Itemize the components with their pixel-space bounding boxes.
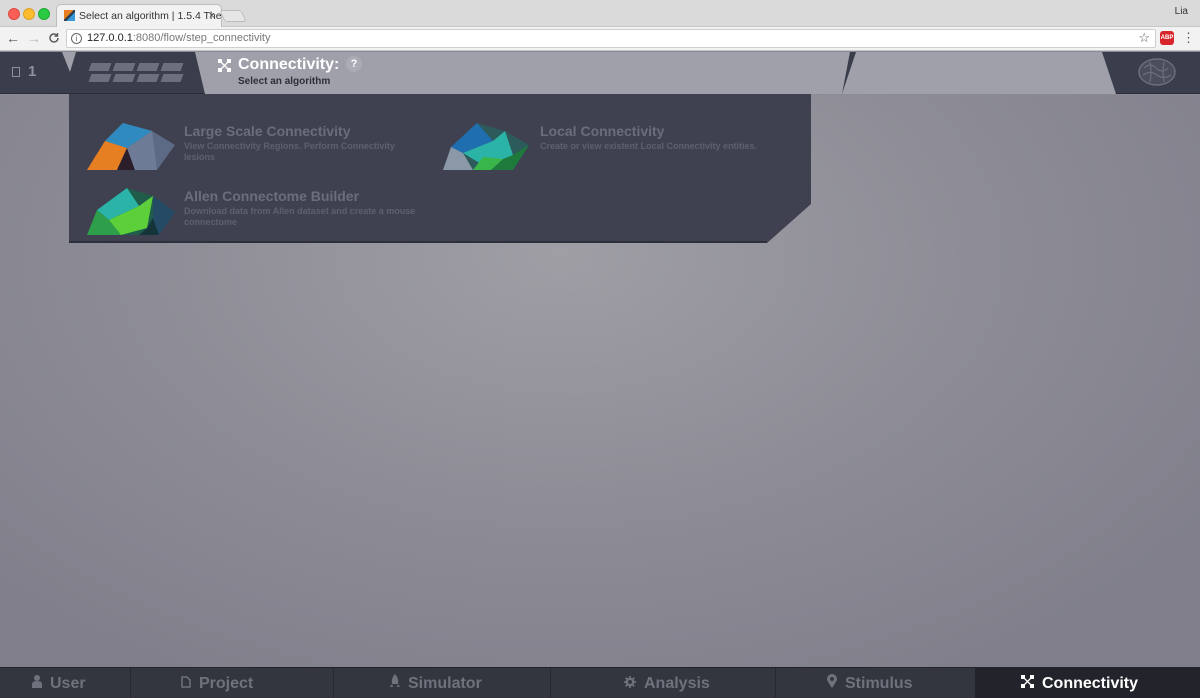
maximize-window-button[interactable] <box>38 8 50 20</box>
algorithm-large-scale-connectivity[interactable]: Large Scale Connectivity View Connectivi… <box>87 123 417 173</box>
project-count: 1 <box>28 63 37 80</box>
browser-toolbar: ← → i 127.0.0.1:8080/flow/step_connectiv… <box>0 27 1200 51</box>
bottom-navigation: User Project Simulator Analysis Stimulus… <box>0 667 1200 698</box>
nav-divider <box>130 668 131 698</box>
browser-tab-strip: Select an algorithm | 1.5.4 The × Lia <box>0 0 1200 28</box>
algorithm-title: Large Scale Connectivity <box>184 123 351 139</box>
nav-label: User <box>50 675 86 692</box>
tvb-favicon-icon <box>64 10 75 21</box>
browser-tab[interactable]: Select an algorithm | 1.5.4 The × <box>56 4 222 28</box>
algorithm-local-connectivity[interactable]: Local Connectivity Create or view existe… <box>443 123 803 173</box>
gear-icon <box>624 668 636 698</box>
nav-divider <box>775 668 776 698</box>
connectivity-icon <box>218 59 231 72</box>
map-pin-icon <box>827 668 837 698</box>
rocket-icon <box>390 668 400 698</box>
reload-icon[interactable] <box>48 30 60 48</box>
new-tab-button[interactable] <box>219 10 247 22</box>
close-tab-icon[interactable]: × <box>209 5 215 27</box>
nav-project[interactable]: Project <box>181 668 253 698</box>
nav-simulator[interactable]: Simulator <box>390 668 482 698</box>
local-connectivity-thumbnail <box>443 123 529 170</box>
nav-divider <box>550 668 551 698</box>
algorithm-title: Allen Connectome Builder <box>184 188 360 204</box>
page-subtitle: Select an algorithm <box>238 76 331 87</box>
app-header: 1 Connectivity: ? Select an algorithm <box>0 52 1200 94</box>
nav-label: Stimulus <box>845 675 913 692</box>
algorithm-title: Local Connectivity <box>540 123 665 139</box>
forward-arrow-icon[interactable]: → <box>27 30 41 46</box>
algorithm-allen-connectome-builder[interactable]: Allen Connectome Builder Download data f… <box>87 188 417 238</box>
close-window-button[interactable] <box>8 8 20 20</box>
help-icon[interactable]: ? <box>346 56 362 72</box>
nav-label: Simulator <box>408 675 482 692</box>
minimize-window-button[interactable] <box>23 8 35 20</box>
info-icon[interactable]: i <box>71 33 82 44</box>
nav-label: Project <box>199 675 254 692</box>
nav-analysis[interactable]: Analysis <box>624 668 710 698</box>
profile-name[interactable]: Lia <box>1175 6 1188 17</box>
algorithm-description: Download data from Allen dataset and cre… <box>184 206 416 227</box>
algorithm-description: Create or view existent Local Connectivi… <box>540 141 758 151</box>
nav-stimulus[interactable]: Stimulus <box>827 668 913 698</box>
nav-connectivity[interactable]: Connectivity <box>1021 668 1138 698</box>
browser-menu-icon[interactable]: ⋮ <box>1182 30 1195 46</box>
menu-grid-button[interactable] <box>88 62 188 84</box>
browser-tab-title: Select an algorithm | 1.5.4 The <box>79 10 222 22</box>
algorithm-menu: Large Scale Connectivity View Connectivi… <box>69 94 811 243</box>
bookmark-star-icon[interactable]: ☆ <box>1138 30 1150 46</box>
nav-user[interactable]: User <box>32 668 86 698</box>
user-icon <box>32 668 42 698</box>
project-count-indicator[interactable]: 1 <box>12 63 36 80</box>
nav-label: Analysis <box>644 675 710 692</box>
allen-connectome-builder-thumbnail <box>87 188 175 235</box>
large-scale-connectivity-thumbnail <box>87 123 175 170</box>
back-arrow-icon[interactable]: ← <box>6 30 20 46</box>
nav-label: Connectivity <box>1042 675 1139 692</box>
brain-icon[interactable] <box>1136 56 1178 88</box>
url-path: :8080/flow/step_connectivity <box>132 32 271 44</box>
nav-divider <box>333 668 334 698</box>
document-icon <box>12 67 20 77</box>
url-text[interactable]: 127.0.0.1:8080/flow/step_connectivity <box>87 32 270 44</box>
adblock-icon[interactable]: ABP <box>1160 31 1174 45</box>
algorithm-description: View Connectivity Regions. Perform Conne… <box>184 141 395 162</box>
address-bar[interactable]: i 127.0.0.1:8080/flow/step_connectivity … <box>66 29 1156 48</box>
project-icon <box>181 668 191 698</box>
connectivity-icon <box>1021 668 1034 698</box>
page-title: Connectivity: <box>238 56 340 73</box>
url-host: 127.0.0.1 <box>87 32 133 44</box>
